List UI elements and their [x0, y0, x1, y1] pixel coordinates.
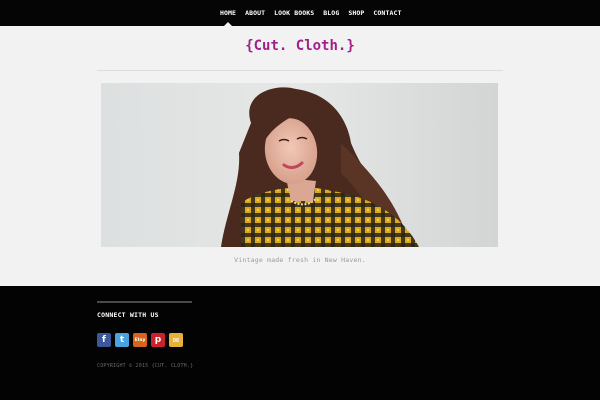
copyright-text: COPYRIGHT © 2015 {CUT. CLOTH.}	[97, 363, 194, 369]
top-navigation: HOME ABOUT LOOK BOOKS BLOG SHOP CONTACT	[0, 0, 600, 26]
nav-item-about[interactable]: ABOUT	[245, 0, 265, 26]
nav-item-blog[interactable]: BLOG	[323, 0, 339, 26]
main-content: {Cut. Cloth.} Vintage made fresh in New …	[0, 26, 600, 286]
header-divider	[97, 70, 503, 71]
site-footer: CONNECT WITH US f t Etsy p ✉ COPYRIGHT ©…	[0, 286, 600, 400]
social-links: f t Etsy p ✉	[97, 333, 187, 347]
nav-item-contact[interactable]: CONTACT	[373, 0, 401, 26]
pinterest-icon[interactable]: p	[151, 333, 165, 347]
twitter-icon[interactable]: t	[115, 333, 129, 347]
etsy-icon[interactable]: Etsy	[133, 333, 147, 347]
nav-item-look-books[interactable]: LOOK BOOKS	[274, 0, 314, 26]
email-icon[interactable]: ✉	[169, 333, 183, 347]
site-logo[interactable]: {Cut. Cloth.}	[0, 38, 600, 54]
nav-item-shop[interactable]: SHOP	[348, 0, 364, 26]
connect-heading: CONNECT WITH US	[97, 311, 159, 319]
nav-item-home[interactable]: HOME	[220, 0, 236, 26]
hero-photo-woman-plaid-shirt	[221, 87, 419, 247]
hero-caption: Vintage made fresh in New Haven.	[234, 256, 366, 264]
hero-image	[101, 83, 498, 247]
nav-menu: HOME ABOUT LOOK BOOKS BLOG SHOP CONTACT	[220, 0, 411, 26]
facebook-icon[interactable]: f	[97, 333, 111, 347]
footer-divider	[97, 301, 192, 303]
